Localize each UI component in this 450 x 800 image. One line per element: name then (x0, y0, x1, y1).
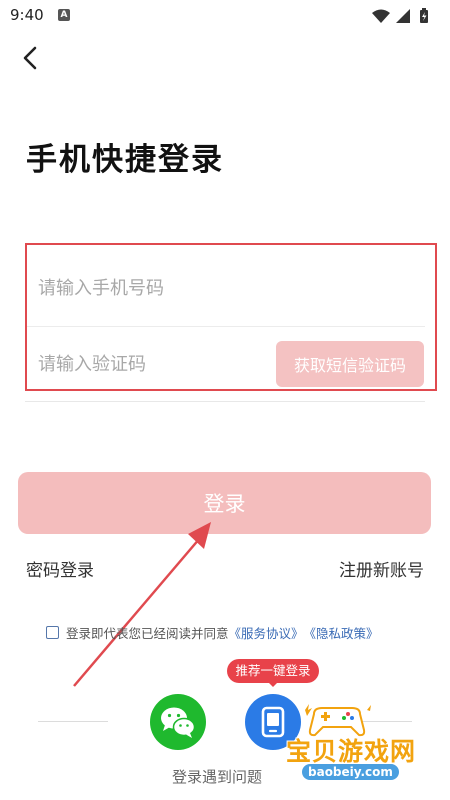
agreement-row: 登录即代表您已经阅读并同意 《服务协议》 《隐私政策》 (46, 623, 379, 641)
wifi-icon (372, 9, 390, 23)
recommend-onekey-tag: 推荐一键登录 (227, 659, 319, 683)
annotation-arrow (73, 522, 211, 687)
input-divider (27, 326, 425, 327)
watermark-title: 宝贝游戏网 (286, 737, 417, 766)
verification-code-input[interactable] (38, 346, 263, 382)
back-button[interactable] (14, 40, 50, 76)
watermark: 宝贝游戏网 baobeiy.com (276, 700, 446, 784)
other-login-divider-left (38, 721, 108, 722)
form-bottom-divider (25, 401, 425, 402)
phone-input[interactable] (38, 270, 408, 306)
signal-icon (396, 9, 410, 23)
recommend-tag-tail (268, 682, 278, 687)
page-title: 手机快捷登录 (26, 142, 224, 178)
accessibility-badge-icon: A (58, 9, 70, 21)
battery-icon (420, 8, 428, 23)
chevron-left-icon (23, 46, 37, 70)
service-agreement-link[interactable]: 《服务协议》 (229, 623, 304, 642)
register-account-link[interactable]: 注册新账号 (339, 556, 424, 581)
login-help-link[interactable]: 登录遇到问题 (172, 766, 262, 787)
wechat-icon (161, 707, 196, 738)
status-icons (372, 8, 428, 23)
login-button[interactable]: 登录 (18, 472, 431, 534)
agreement-text: 登录即代表您已经阅读并同意 (66, 625, 229, 641)
get-sms-code-button[interactable]: 获取短信验证码 (276, 341, 424, 387)
agreement-checkbox[interactable] (46, 625, 59, 639)
wechat-login-button[interactable] (150, 694, 206, 750)
watermark-url: baobeiy.com (302, 764, 399, 780)
status-time: 9:40 (10, 6, 44, 24)
status-bar: 9:40 A (0, 0, 450, 32)
password-login-link[interactable]: 密码登录 (26, 556, 94, 581)
privacy-policy-link[interactable]: 《隐私政策》 (304, 623, 379, 642)
